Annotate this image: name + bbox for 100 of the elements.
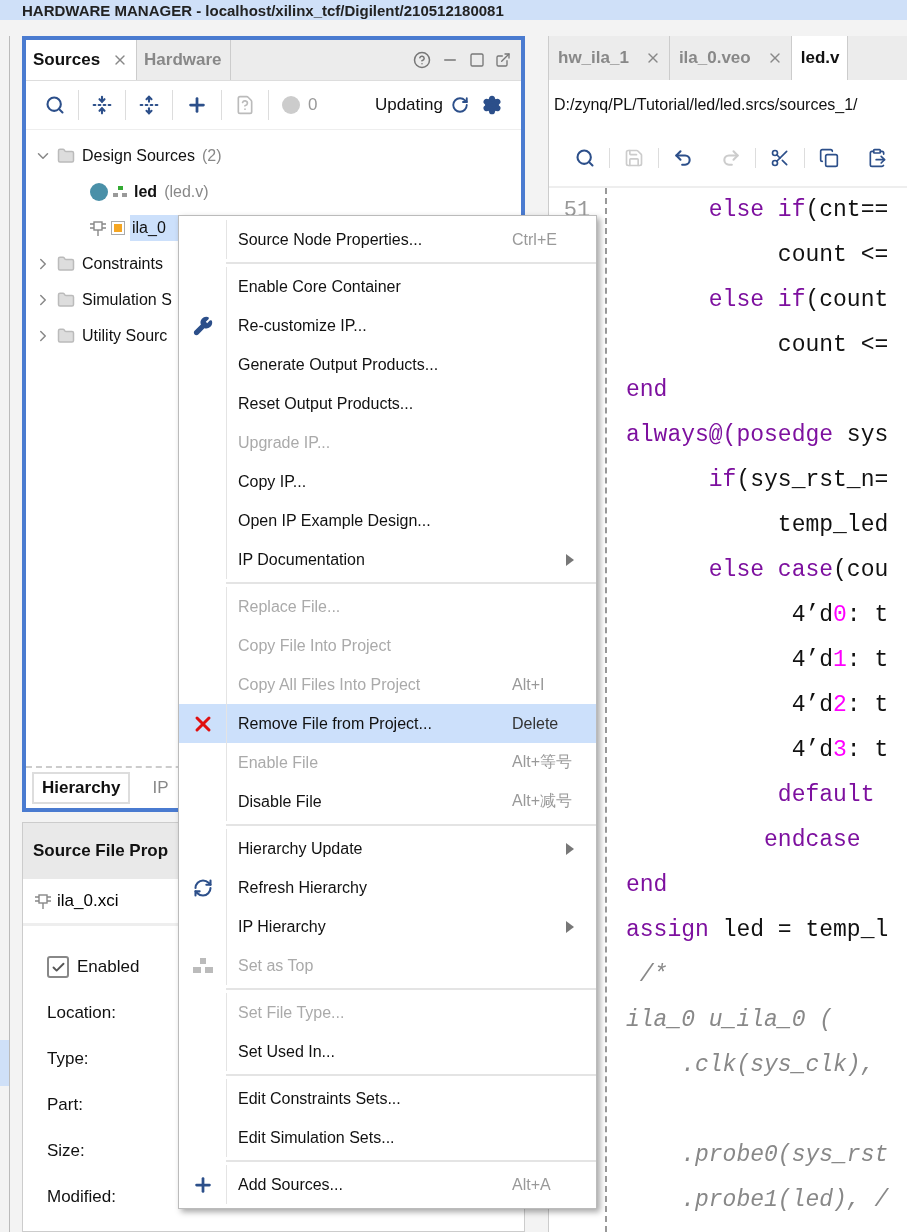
menu-item[interactable]: Enable Core Container (179, 267, 596, 306)
code-token: temp_led (776, 512, 889, 538)
menu-item[interactable]: Refresh Hierarchy (179, 868, 596, 907)
code-token: led = temp_l (721, 917, 889, 943)
paste-icon[interactable] (867, 148, 887, 168)
code-token: 2 (833, 692, 847, 718)
code-token: 4’d (790, 737, 834, 763)
shortcut-text: Alt+减号 (512, 791, 573, 811)
ip-chip-icon (35, 892, 51, 910)
menu-item[interactable]: Set Used In... (179, 1032, 596, 1071)
menu-item[interactable]: Reset Output Products... (179, 384, 596, 423)
file-name: ila_0.xci (57, 891, 119, 911)
window-title: HARDWARE MANAGER - localhost/xilinx_tcf/Digilent/210512180081 (22, 2, 504, 20)
menu-item[interactable]: Remove File from Project... Delete (179, 704, 596, 743)
code-token: ila_0 u_ila_0 ( (626, 1007, 834, 1033)
search-icon[interactable] (575, 148, 595, 168)
code-token: else case (707, 557, 834, 583)
submenu-arrow-icon (566, 920, 574, 933)
expand-all-icon[interactable] (139, 95, 159, 115)
code-token: (cnt== (805, 197, 889, 223)
view-tab[interactable]: IP (144, 774, 177, 802)
folder-icon (57, 291, 75, 309)
field-label: Part: (47, 1095, 83, 1115)
code-token: if (707, 467, 737, 493)
checkbox-label: Enabled (77, 957, 140, 977)
float-icon[interactable] (495, 52, 511, 68)
tab-label: ila_0.veo (678, 48, 751, 68)
code-token: endcase (763, 827, 861, 853)
status-count: 0 (308, 95, 318, 115)
tab-label: led.v (800, 48, 840, 68)
code-token: : t (846, 692, 889, 718)
menu-item[interactable]: Add Sources... Alt+A (179, 1165, 596, 1204)
menu-item[interactable]: IP Hierarchy (179, 907, 596, 946)
plus-icon[interactable] (186, 94, 208, 116)
wrench-icon (192, 315, 213, 336)
editor-tab[interactable]: led.v (791, 36, 849, 80)
field-label: Modified: (47, 1187, 116, 1207)
code-token: (count (805, 287, 889, 313)
tab-label: hw_ila_1 (558, 48, 629, 68)
collapse-all-icon[interactable] (92, 95, 112, 115)
tree-item[interactable]: Design Sources (80, 143, 197, 169)
menu-item[interactable]: Open IP Example Design... (179, 501, 596, 540)
code-token: 4’d (790, 692, 834, 718)
help-icon[interactable] (413, 51, 431, 69)
ip-core-icon (111, 221, 125, 235)
file-path: D:/zynq/PL/Tutorial/led/led.srcs/sources_1/ (554, 96, 858, 114)
tree-item[interactable]: Simulation S (80, 287, 174, 313)
code-token: /* (638, 962, 668, 988)
shortcut-text: Ctrl+E (512, 230, 558, 249)
tree-item[interactable]: Utility Sourc (80, 323, 170, 349)
file-question-icon[interactable] (235, 95, 255, 115)
undo-icon[interactable] (673, 148, 693, 168)
folder-icon (57, 255, 75, 273)
view-tab[interactable]: Hierarchy (32, 772, 131, 804)
code-token: always@(posedge (626, 422, 834, 448)
code-token: else if (707, 197, 806, 223)
shortcut-text: Alt+A (512, 1175, 552, 1194)
menu-item[interactable]: Copy IP... (179, 462, 596, 501)
selection-mark (0, 1040, 9, 1086)
code-token: assign (626, 917, 709, 943)
submenu-arrow-icon (566, 842, 574, 855)
search-icon[interactable] (45, 95, 65, 115)
code-token: 4’d (790, 602, 834, 628)
status-text: Updating (374, 95, 443, 115)
code-token: default (776, 782, 875, 808)
code-token: (sys_rst_n= (736, 467, 889, 493)
code-token: .probe0(sys_rst (680, 1142, 889, 1168)
menu-item[interactable]: Re-customize IP... (179, 306, 596, 345)
code-token: .probe1(led), / (680, 1187, 889, 1213)
code-token: else if (707, 287, 806, 313)
copy-icon[interactable] (819, 148, 839, 168)
menu-item[interactable]: IP Documentation (179, 540, 596, 579)
tree-item[interactable]: Constraints (80, 251, 165, 277)
code-token: (cou (833, 557, 889, 583)
tab-label: Hardware (144, 50, 222, 70)
folder-icon (57, 147, 75, 165)
code-token: : t (846, 602, 889, 628)
hierarchy-icon (192, 957, 213, 974)
code-token: : t (846, 647, 889, 673)
shortcut-text: Alt+I (512, 675, 546, 694)
file-name: (led.v) (164, 183, 209, 201)
code-token: 4’d (790, 647, 834, 673)
menu-item[interactable]: Disable File Alt+减号 (179, 782, 596, 821)
refresh-icon (192, 877, 213, 898)
field-label: Type: (47, 1049, 89, 1069)
panel-tab[interactable]: Sources (26, 40, 138, 80)
menu-item[interactable]: Hierarchy Update (179, 829, 596, 868)
maximize-icon[interactable] (469, 52, 485, 68)
status-dot-icon (90, 183, 108, 201)
menu-item[interactable]: Source Node Properties... Ctrl+E (179, 220, 596, 259)
menu-item[interactable]: Generate Output Products... (179, 345, 596, 384)
enabled-checkbox[interactable] (47, 956, 69, 978)
code-token: end (626, 872, 668, 898)
menu-item[interactable]: Edit Constraints Sets... (179, 1079, 596, 1118)
cut-icon[interactable] (770, 148, 790, 168)
ip-chip-icon (90, 219, 106, 237)
tree-item[interactable]: led (132, 179, 160, 205)
code-token: count <= (776, 242, 889, 268)
menu-item[interactable]: Edit Simulation Sets... (179, 1118, 596, 1157)
refresh-icon[interactable] (451, 96, 469, 114)
